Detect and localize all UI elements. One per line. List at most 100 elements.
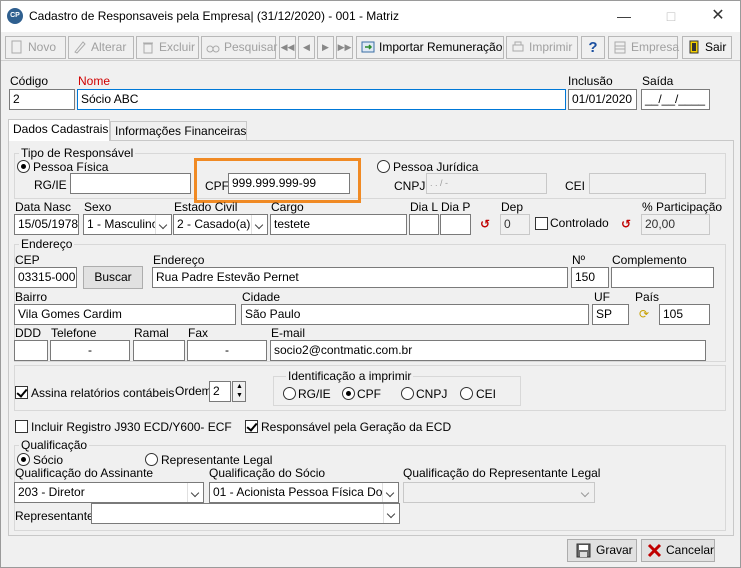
- prev-record-button[interactable]: ◀: [298, 36, 315, 59]
- ramal-input[interactable]: [133, 340, 185, 361]
- last-record-button[interactable]: ▶▶: [336, 36, 353, 59]
- nome-input[interactable]: Sócio ABC: [77, 89, 566, 110]
- lookup-icon[interactable]: ⟳: [639, 307, 657, 321]
- cidade-label: Cidade: [242, 290, 281, 304]
- uf-input[interactable]: SP: [592, 304, 629, 325]
- cancelar-button[interactable]: Cancelar: [641, 539, 715, 562]
- id-cnpj-label: CNPJ: [416, 387, 448, 401]
- save-icon: [576, 543, 591, 558]
- empresa-button[interactable]: Empresa: [608, 36, 680, 59]
- qual-assinante-select[interactable]: 203 - Diretor: [14, 482, 204, 503]
- inclusao-input[interactable]: 01/01/2020: [568, 89, 637, 110]
- qual-socio-value: 01 - Acionista Pessoa Física Dom: [213, 485, 393, 499]
- representante-legal-radio[interactable]: [145, 453, 158, 466]
- ddd-input[interactable]: [14, 340, 48, 361]
- representante-legal-label: Representante Legal: [161, 453, 273, 467]
- participacao-input[interactable]: 20,00: [641, 214, 710, 235]
- ordem-spinner[interactable]: ▲ ▼: [232, 381, 246, 402]
- imprimir-button[interactable]: Imprimir: [506, 36, 578, 59]
- pessoa-fisica-label: Pessoa Física: [33, 160, 109, 174]
- id-cpf-radio[interactable]: [342, 387, 355, 400]
- pessoa-fisica-radio[interactable]: [17, 160, 30, 173]
- cep-input[interactable]: 03315-000: [14, 267, 77, 288]
- endereco-input[interactable]: Rua Padre Estevão Pernet: [152, 267, 568, 288]
- refresh-arrow-icon[interactable]: ↺: [480, 218, 494, 230]
- cargo-input[interactable]: testete: [270, 214, 407, 235]
- codigo-label: Código: [10, 74, 49, 88]
- bairro-input[interactable]: Vila Gomes Cardim: [14, 304, 236, 325]
- representante-select[interactable]: [91, 503, 400, 524]
- tab-dados-cadastrais[interactable]: Dados Cadastrais: [8, 119, 110, 141]
- dia-l-input[interactable]: [409, 214, 439, 235]
- assina-relatorios-label: Assina relatórios contábeis: [31, 386, 175, 400]
- dep-label: Dep: [501, 200, 524, 214]
- cancel-x-icon: [647, 543, 662, 558]
- numero-label: Nº: [572, 253, 586, 267]
- sair-button[interactable]: Sair: [682, 36, 732, 59]
- incluir-registro-checkbox[interactable]: [15, 420, 28, 433]
- tipo-responsavel-label: Tipo de Responsável: [19, 146, 136, 160]
- excluir-button[interactable]: Excluir: [136, 36, 199, 59]
- importar-remuneracao-button[interactable]: Importar Remuneração: [356, 36, 504, 59]
- complemento-input[interactable]: [611, 267, 714, 288]
- cancelar-label: Cancelar: [666, 543, 715, 557]
- pesquisar-button[interactable]: Pesquisar: [201, 36, 278, 59]
- codigo-input[interactable]: 2: [9, 89, 75, 110]
- chevron-down-icon: [382, 483, 398, 502]
- qual-representante-select[interactable]: [403, 482, 595, 503]
- maximize-button[interactable]: □: [651, 4, 691, 28]
- responsavel-ecd-checkbox[interactable]: [245, 420, 258, 433]
- app-logo-icon: CP: [7, 8, 23, 24]
- close-button[interactable]: ✕: [698, 4, 738, 28]
- empresa-label: Empresa: [631, 40, 680, 54]
- data-nasc-input[interactable]: 15/05/1978: [14, 214, 79, 235]
- ramal-label: Ramal: [134, 326, 169, 340]
- pesquisar-label: Pesquisar: [224, 40, 278, 54]
- dia-p-input[interactable]: [440, 214, 471, 235]
- numero-input[interactable]: 150: [571, 267, 609, 288]
- estado-civil-value: 2 - Casado(a): [177, 217, 251, 231]
- first-icon: ◀◀: [280, 42, 295, 52]
- buscar-button[interactable]: Buscar: [83, 266, 143, 289]
- telefone-input[interactable]: -: [50, 340, 130, 361]
- spin-down-icon: ▼: [236, 392, 243, 399]
- next-record-button[interactable]: ▶: [317, 36, 334, 59]
- email-input[interactable]: socio2@contmatic.com.br: [270, 340, 706, 361]
- saida-label: Saída: [642, 74, 674, 88]
- estado-civil-select[interactable]: 2 - Casado(a): [173, 214, 268, 235]
- id-rgie-radio[interactable]: [283, 387, 296, 400]
- first-record-button[interactable]: ◀◀: [279, 36, 296, 59]
- pais-input[interactable]: 105: [659, 304, 710, 325]
- id-cei-radio[interactable]: [460, 387, 473, 400]
- tab-informacoes-financeiras[interactable]: Informações Financeiras: [110, 121, 247, 142]
- rgie-input[interactable]: [70, 173, 191, 194]
- alterar-button[interactable]: Alterar: [68, 36, 134, 59]
- sair-label: Sair: [705, 40, 727, 54]
- gravar-button[interactable]: Gravar: [567, 539, 637, 562]
- inclusao-label: Inclusão: [568, 74, 613, 88]
- cei-input[interactable]: [589, 173, 706, 194]
- sexo-select[interactable]: 1 - Masculino: [83, 214, 172, 235]
- controlado-checkbox[interactable]: [535, 217, 548, 230]
- ordem-input[interactable]: 2: [209, 381, 231, 402]
- uf-label: UF: [594, 290, 610, 304]
- refresh-arrow-icon-2[interactable]: ↺: [621, 218, 635, 230]
- incluir-registro-label: Incluir Registro J930 ECD/Y600- ECF: [31, 420, 232, 434]
- cnpj-input[interactable]: . . / -: [426, 173, 547, 194]
- help-button[interactable]: ?: [581, 36, 605, 59]
- saida-input[interactable]: __/__/____: [641, 89, 710, 110]
- minimize-button[interactable]: —: [604, 4, 644, 28]
- cidade-input[interactable]: São Paulo: [241, 304, 589, 325]
- socio-radio[interactable]: [17, 453, 30, 466]
- id-cnpj-radio[interactable]: [401, 387, 414, 400]
- assina-relatorios-checkbox[interactable]: [15, 386, 28, 399]
- pessoa-juridica-radio[interactable]: [377, 160, 390, 173]
- cnpj-label: CNPJ: [394, 179, 426, 193]
- qual-assinante-label: Qualificação do Assinante: [15, 466, 154, 480]
- cargo-label: Cargo: [271, 200, 304, 214]
- novo-button[interactable]: Novo: [5, 36, 66, 59]
- dep-input[interactable]: 0: [500, 214, 530, 235]
- qual-socio-select[interactable]: 01 - Acionista Pessoa Física Dom: [209, 482, 399, 503]
- fax-label: Fax: [188, 326, 209, 340]
- fax-input[interactable]: -: [187, 340, 267, 361]
